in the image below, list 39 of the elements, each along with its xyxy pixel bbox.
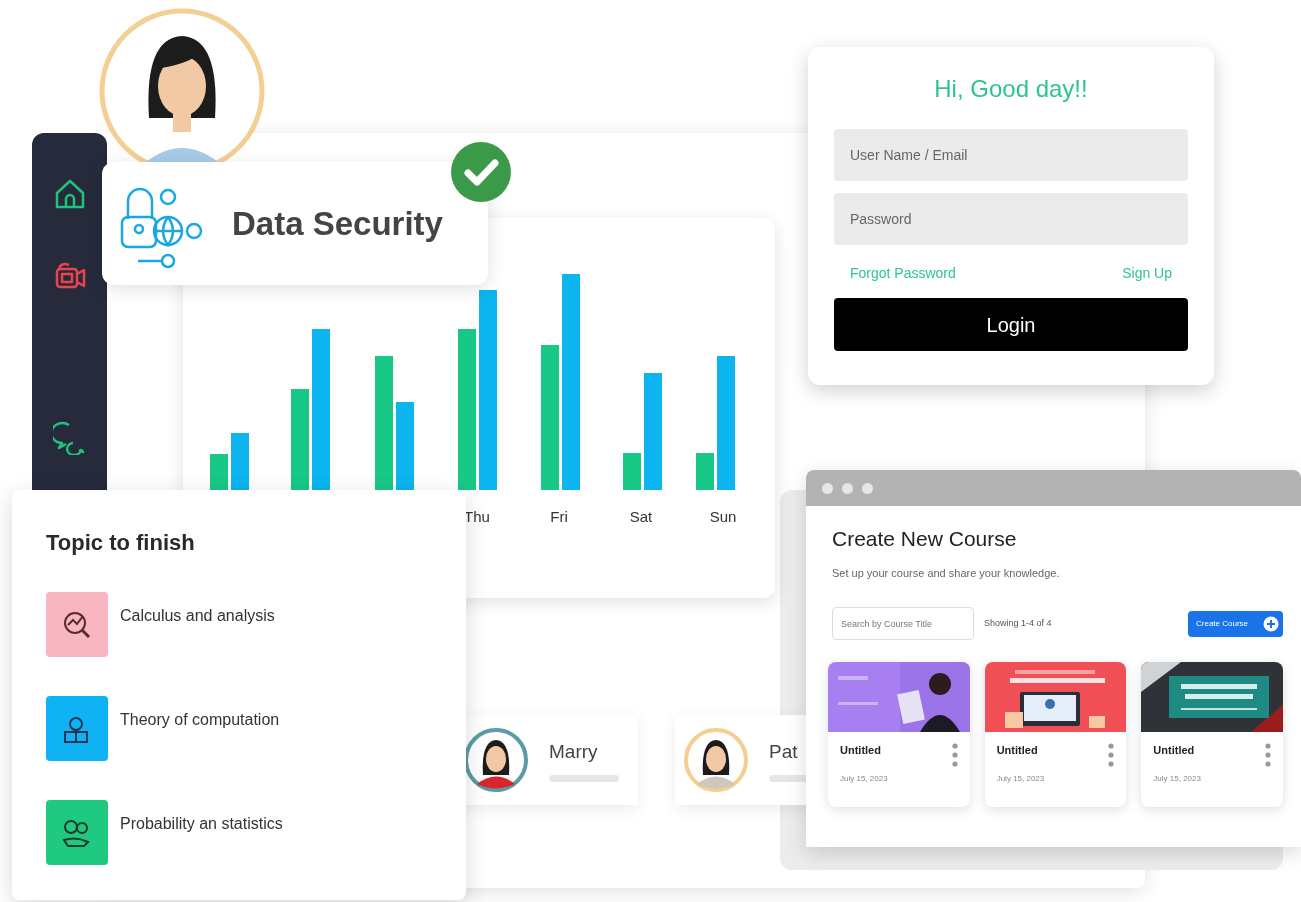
course-date: July 15, 2023 — [840, 772, 888, 785]
input-field[interactable]: Password — [834, 193, 1188, 245]
bar — [696, 453, 714, 490]
more-icon[interactable] — [1108, 742, 1115, 768]
course-card[interactable]: Untitled July 15, 2023 — [984, 662, 1127, 807]
person-name: Pat — [769, 740, 799, 765]
topic-label: Calculus and analysis — [120, 606, 275, 626]
course-date: July 15, 2023 — [996, 772, 1045, 785]
subtitle: Set up your course and share your knowledge. — [832, 565, 1061, 581]
day-label: Sat — [628, 507, 654, 527]
day-label: Fri — [549, 507, 569, 527]
card-title: Data Security — [232, 203, 443, 244]
course-title: Untitled — [996, 743, 1039, 758]
search-field[interactable]: Search by Course Title — [832, 607, 974, 640]
course-date: July 15, 2023 — [1153, 772, 1201, 785]
bar — [623, 453, 641, 490]
plus-icon — [1263, 615, 1279, 632]
avatar — [683, 727, 749, 793]
more-icon[interactable] — [951, 742, 958, 768]
topic-label: Theory of computation — [120, 710, 280, 730]
card-title: Topic to finish — [46, 529, 196, 557]
day-label: Thu — [463, 507, 491, 527]
topic-label: Probability an statistics — [120, 814, 283, 834]
course-card[interactable]: Untitled July 15, 2023 — [1141, 662, 1283, 807]
greeting: Hi, Good day!! — [933, 74, 1089, 104]
more-icon[interactable] — [1265, 742, 1271, 768]
bar — [231, 433, 249, 490]
course-card[interactable]: Untitled July 15, 2023 — [828, 662, 970, 807]
window-title: Create New Course — [832, 526, 1018, 552]
bar — [210, 454, 228, 490]
course-title: Untitled — [1153, 743, 1196, 758]
login-button[interactable]: Login — [834, 298, 1188, 351]
result-count: Showing 1-4 of 4 — [984, 616, 1052, 630]
day-label: Sun — [708, 507, 738, 527]
course-title: Untitled — [840, 743, 882, 758]
create-course-button[interactable]: Create Course — [1188, 610, 1283, 637]
person-name: Marry — [549, 740, 599, 765]
input-field[interactable]: User Name / Email — [834, 129, 1188, 181]
text-placeholder-bar — [549, 774, 619, 782]
